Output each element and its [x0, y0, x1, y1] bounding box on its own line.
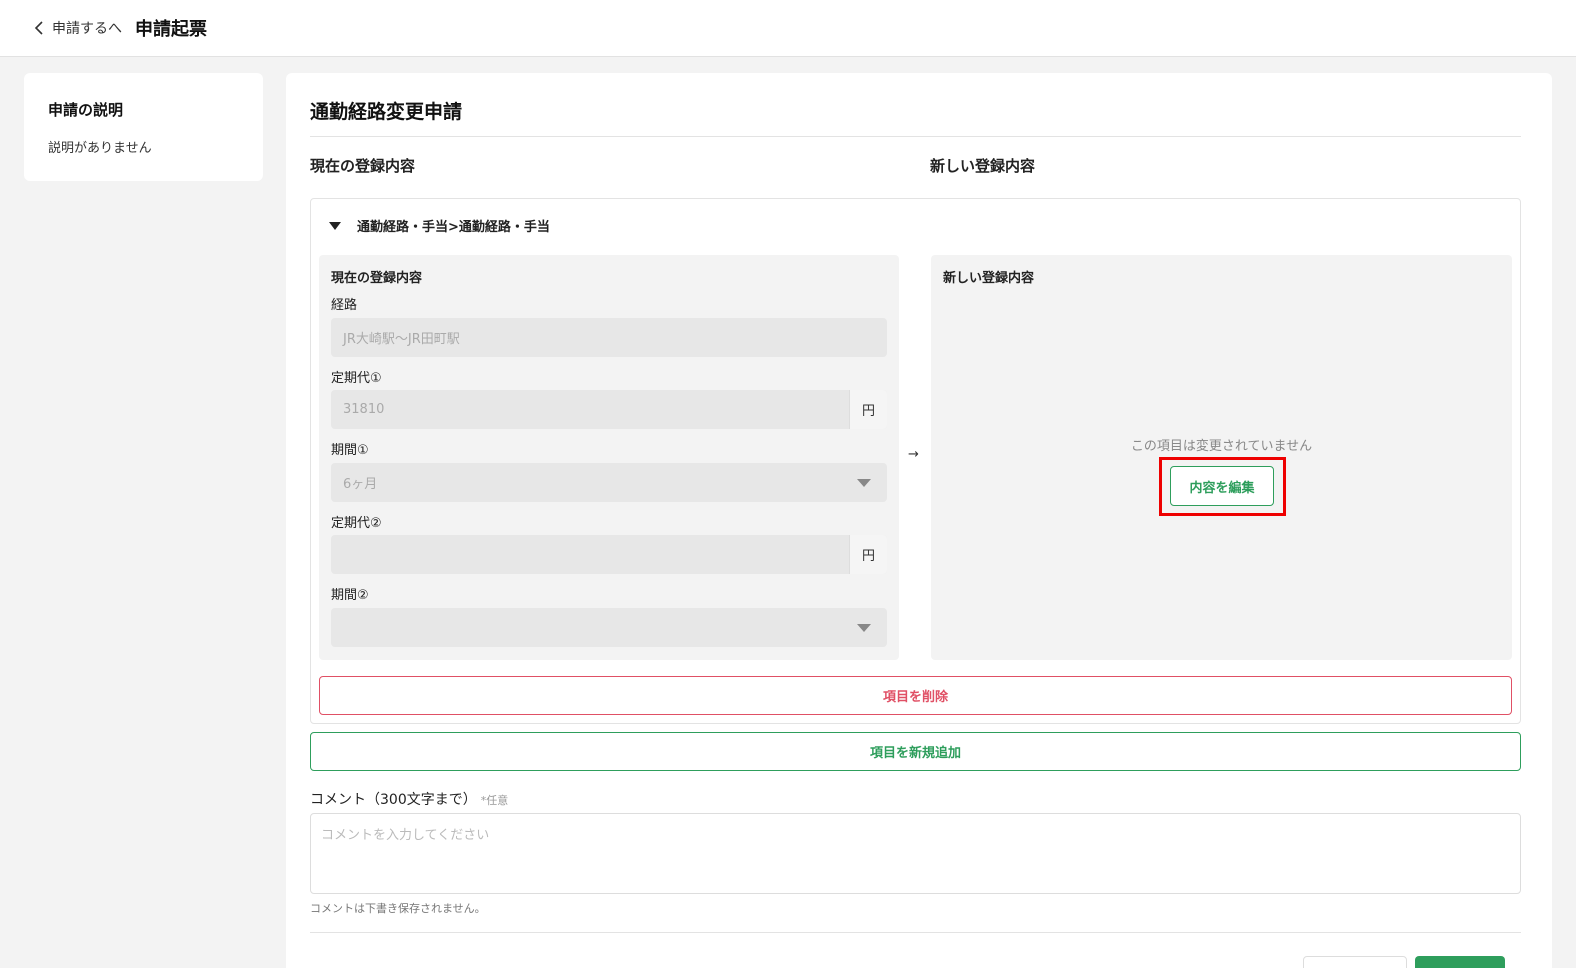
- period-1-select: 6ヶ月: [331, 463, 887, 502]
- section-label: 通勤経路・手当>通勤経路・手当: [357, 220, 550, 235]
- yen-unit: 円: [849, 390, 887, 429]
- arrow-right-icon: →: [908, 447, 919, 462]
- route-value: JR大崎駅〜JR田町駅: [343, 332, 460, 347]
- new-registration-panel: 新しい登録内容 この項目は変更されていません 内容を編集: [931, 255, 1512, 660]
- triangle-down-icon: [329, 221, 341, 230]
- back-link-label: 申請するへ: [52, 21, 122, 37]
- period-2-select: [331, 608, 887, 647]
- new-panel-heading: 新しい登録内容: [943, 271, 1035, 286]
- pass-fee-2-field: 円: [331, 535, 887, 574]
- divider: [310, 136, 1521, 137]
- description-card: 申請の説明 説明がありません: [24, 73, 263, 181]
- back-link[interactable]: 申請するへ: [34, 18, 122, 38]
- period-1-label: 期間①: [331, 443, 369, 458]
- pass-fee-1-value: 31810: [343, 402, 385, 417]
- route-section: 通勤経路・手当>通勤経路・手当 現在の登録内容 経路 JR大崎駅〜JR田町駅 定…: [310, 198, 1521, 724]
- route-field: JR大崎駅〜JR田町駅: [331, 318, 887, 357]
- unchanged-message: この項目は変更されていません: [1130, 439, 1313, 454]
- comment-label-text: コメント（300文字まで）: [310, 792, 477, 808]
- current-column-heading: 現在の登録内容: [310, 157, 416, 175]
- caret-down-icon: [857, 479, 871, 487]
- application-form: 通勤経路変更申請 現在の登録内容 新しい登録内容 通勤経路・手当>通勤経路・手当…: [286, 73, 1552, 968]
- secondary-footer-button[interactable]: [1303, 956, 1407, 968]
- chevron-left-icon: [34, 21, 43, 35]
- top-bar: 申請するへ 申請起票: [0, 0, 1576, 57]
- section-toggle[interactable]: 通勤経路・手当>通勤経路・手当: [329, 216, 550, 235]
- delete-item-button[interactable]: 項目を削除: [319, 676, 1512, 715]
- description-text: 説明がありません: [48, 141, 152, 156]
- current-registration-panel: 現在の登録内容 経路 JR大崎駅〜JR田町駅 定期代① 31810 円 期間① …: [319, 255, 899, 660]
- yen-unit: 円: [849, 535, 887, 574]
- caret-down-icon: [857, 624, 871, 632]
- comment-label: コメント（300文字まで） *任意: [310, 789, 508, 809]
- primary-footer-button[interactable]: [1415, 956, 1505, 968]
- divider: [310, 932, 1521, 933]
- new-column-heading: 新しい登録内容: [930, 157, 1036, 175]
- pass-fee-1-field: 31810 円: [331, 390, 887, 429]
- form-title: 通勤経路変更申請: [310, 101, 463, 123]
- comment-note: コメントは下書き保存されません。: [310, 902, 486, 915]
- optional-marker: *任意: [480, 794, 509, 807]
- page-title: 申請起票: [135, 19, 207, 40]
- pass-fee-1-label: 定期代①: [331, 371, 382, 386]
- description-title: 申請の説明: [48, 101, 124, 119]
- pass-fee-2-label: 定期代②: [331, 516, 382, 531]
- current-panel-heading: 現在の登録内容: [331, 271, 423, 286]
- period-2-label: 期間②: [331, 588, 369, 603]
- comment-textarea[interactable]: [310, 813, 1521, 894]
- edit-content-button[interactable]: 内容を編集: [1170, 466, 1274, 506]
- route-label: 経路: [331, 298, 358, 313]
- add-item-button[interactable]: 項目を新規追加: [310, 732, 1521, 771]
- period-1-value: 6ヶ月: [343, 477, 378, 492]
